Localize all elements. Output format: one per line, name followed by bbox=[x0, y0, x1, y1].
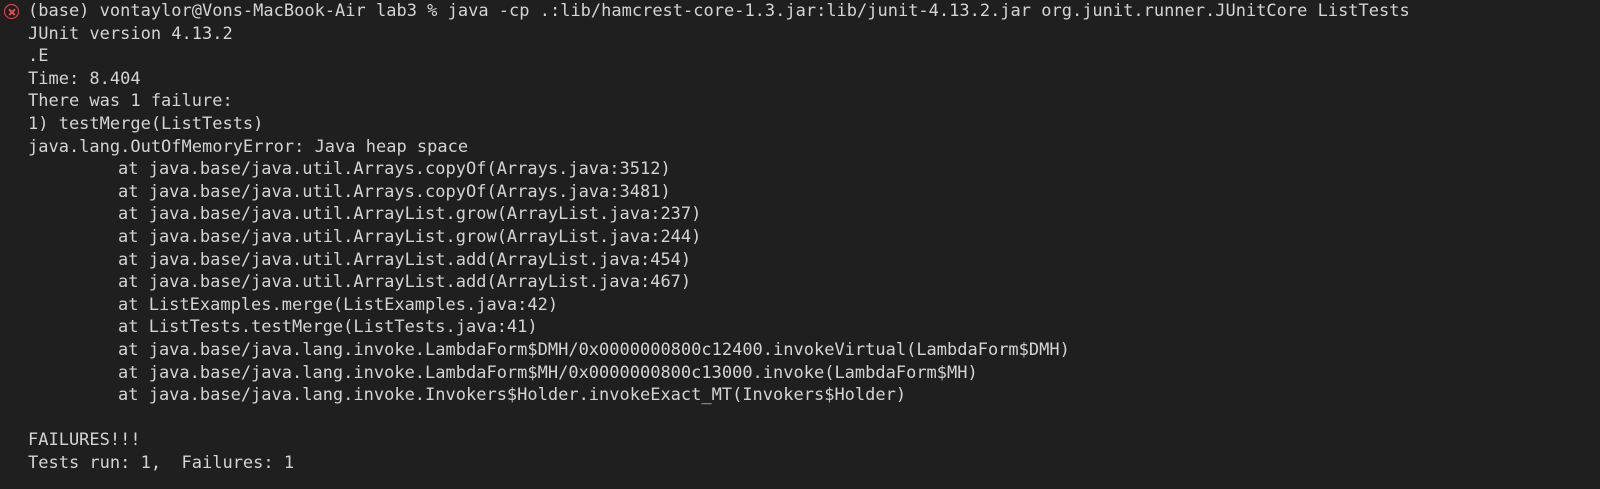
test-progress: .E bbox=[28, 46, 49, 67]
test-time: Time: 8.404 bbox=[28, 68, 141, 89]
stack-frame: at java.base/java.util.ArrayList.grow(Ar… bbox=[118, 204, 702, 225]
terminal-output[interactable]: (base) vontaylor@Vons-MacBook-Air lab3 %… bbox=[0, 0, 1600, 489]
stack-frame: at java.base/java.lang.invoke.LambdaForm… bbox=[118, 340, 1070, 360]
stack-frame: at java.base/java.lang.invoke.LambdaForm… bbox=[118, 362, 978, 383]
failure-test: 1) testMerge(ListTests) bbox=[28, 114, 264, 134]
stack-frame: at java.base/java.lang.invoke.Invokers$H… bbox=[118, 385, 907, 406]
stack-frame: at java.base/java.util.ArrayList.add(Arr… bbox=[118, 249, 692, 270]
exception-message: java.lang.OutOfMemoryError: Java heap sp… bbox=[28, 136, 469, 157]
error-circle-icon bbox=[4, 4, 19, 19]
junit-version: JUnit version 4.13.2 bbox=[28, 23, 233, 44]
stack-frame: at java.base/java.util.Arrays.copyOf(Arr… bbox=[118, 181, 671, 202]
stack-frame: at java.base/java.util.ArrayList.add(Arr… bbox=[118, 272, 692, 293]
stack-frame: at java.base/java.util.Arrays.copyOf(Arr… bbox=[118, 159, 671, 180]
failure-summary: There was 1 failure: bbox=[28, 91, 233, 112]
stack-frame: at ListTests.testMerge(ListTests.java:41… bbox=[118, 317, 538, 338]
stack-frame: at ListExamples.merge(ListExamples.java:… bbox=[118, 294, 559, 315]
failures-banner: FAILURES!!! bbox=[28, 430, 141, 451]
stack-frame: at java.base/java.util.ArrayList.grow(Ar… bbox=[118, 227, 702, 247]
command-line: (base) vontaylor@Vons-MacBook-Air lab3 %… bbox=[28, 1, 1410, 21]
tests-run-summary: Tests run: 1, Failures: 1 bbox=[28, 453, 295, 473]
